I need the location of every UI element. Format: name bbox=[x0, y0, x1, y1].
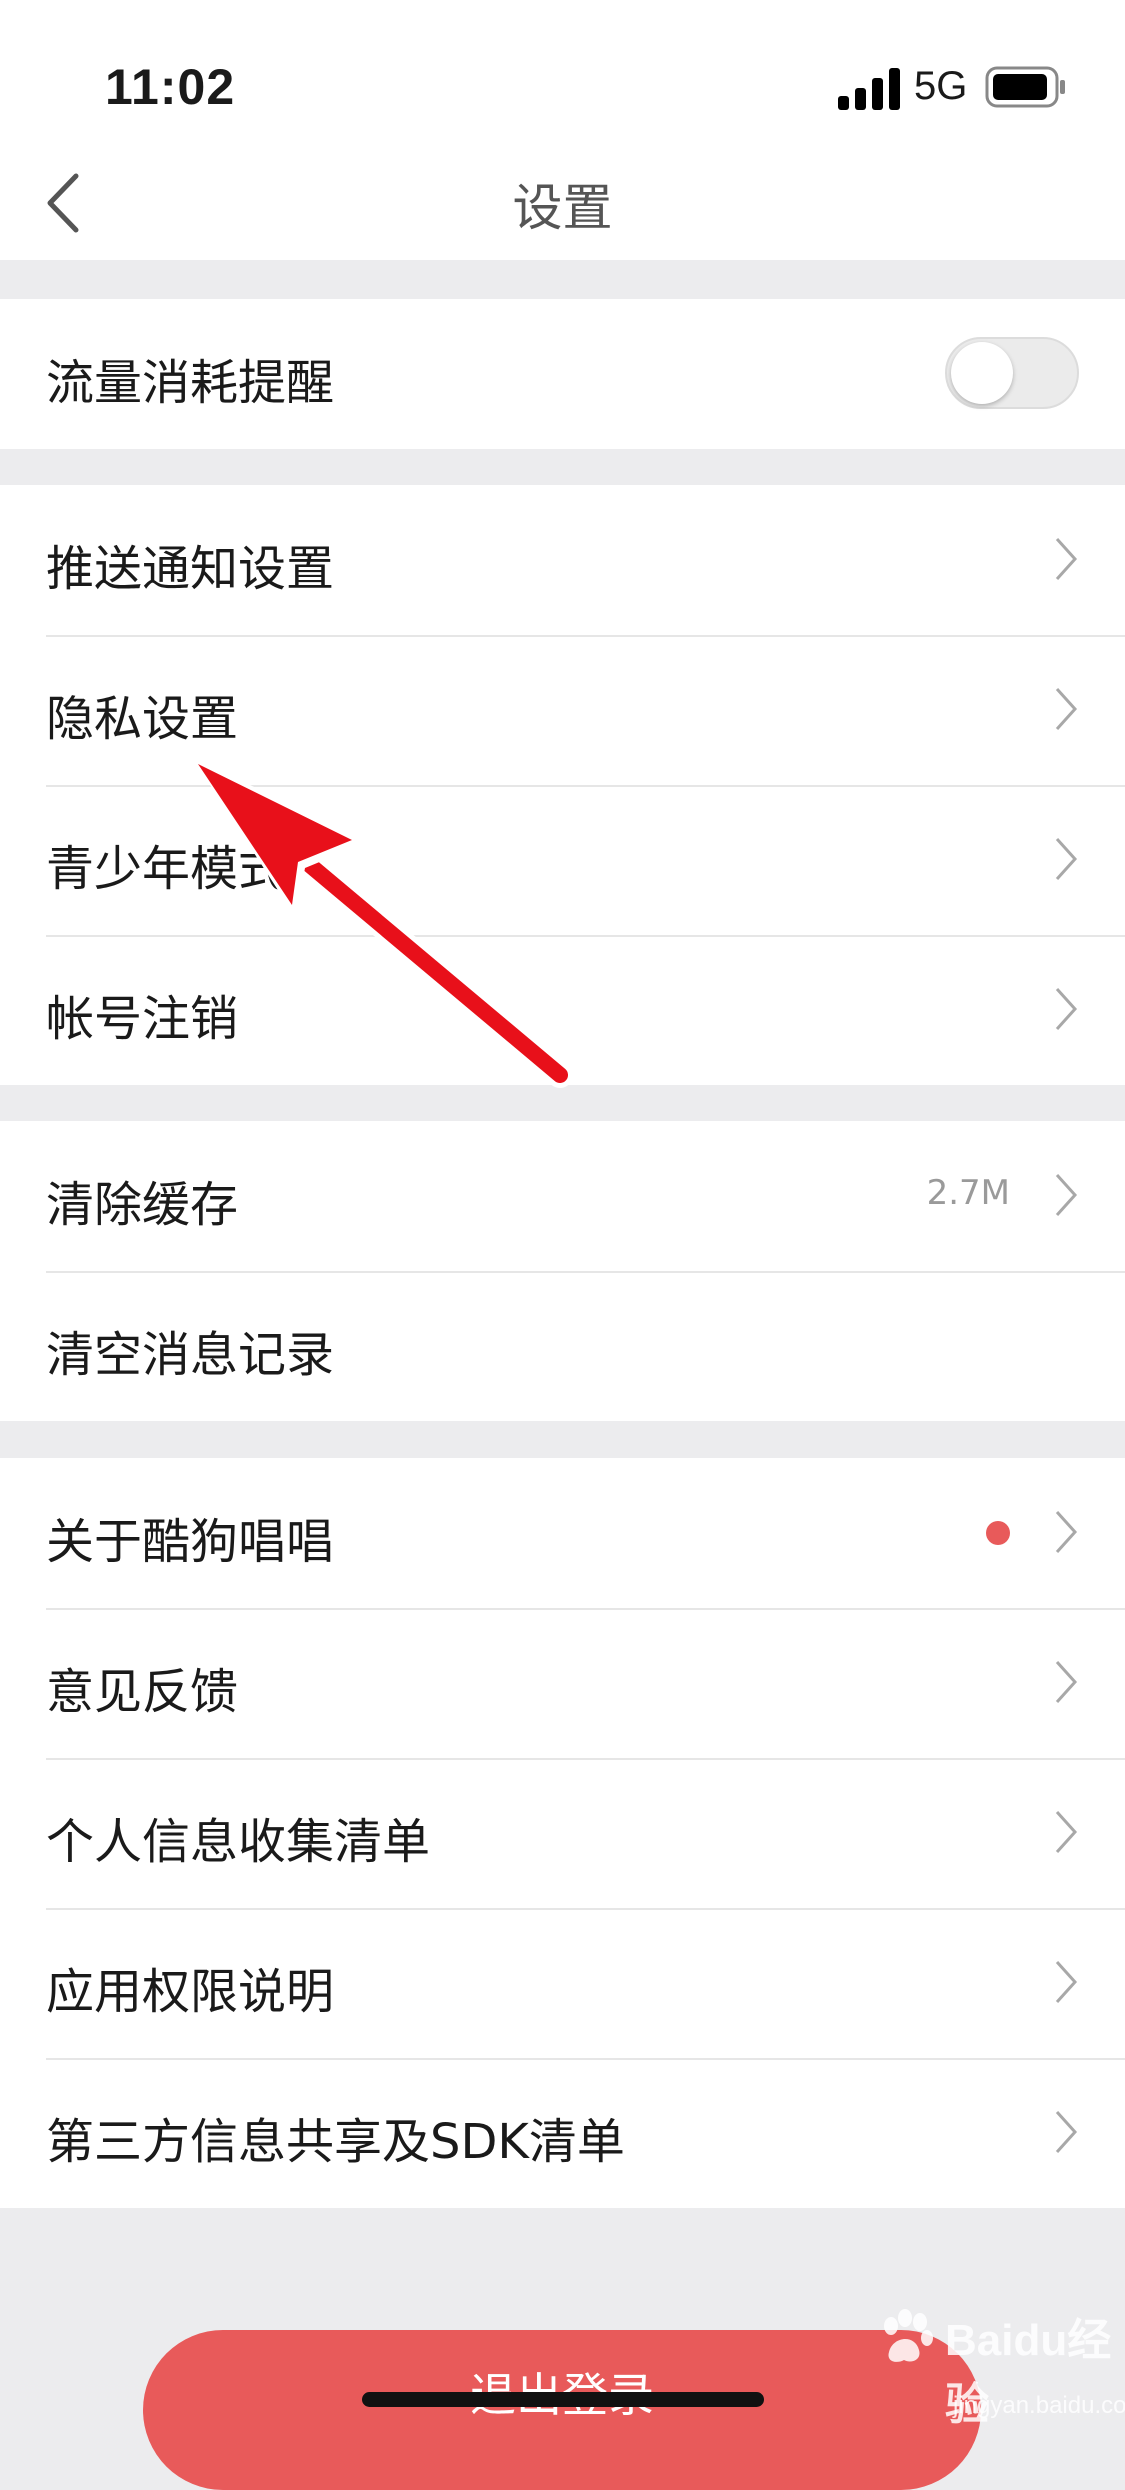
status-time: 11:02 bbox=[105, 59, 236, 115]
row-label: 清除缓存 bbox=[46, 1177, 239, 1233]
chevron-right-icon bbox=[1055, 537, 1078, 581]
row-account-deletion[interactable]: 帐号注销 bbox=[0, 935, 1125, 1085]
page-title: 设置 bbox=[512, 179, 613, 237]
row-third-party-sdk[interactable]: 第三方信息共享及SDK清单 bbox=[0, 2058, 1125, 2208]
row-about-app[interactable]: 关于酷狗唱唱 bbox=[0, 1458, 1125, 1608]
chevron-right-icon bbox=[1055, 2110, 1078, 2154]
toggle-knob bbox=[951, 342, 1013, 404]
row-privacy-settings[interactable]: 隐私设置 bbox=[0, 635, 1125, 785]
chevron-right-icon bbox=[1055, 1510, 1078, 1554]
chevron-right-icon bbox=[1055, 1960, 1078, 2004]
signal-icon bbox=[838, 66, 900, 110]
chevron-right-icon bbox=[1055, 987, 1078, 1031]
row-clear-messages[interactable]: 清空消息记录 bbox=[0, 1271, 1125, 1421]
row-label: 清空消息记录 bbox=[46, 1327, 335, 1383]
settings-group-data: 流量消耗提醒 bbox=[0, 299, 1125, 449]
chevron-right-icon bbox=[1055, 837, 1078, 881]
battery-icon bbox=[985, 66, 1065, 108]
chevron-right-icon bbox=[1055, 1660, 1078, 1704]
watermark-url: jingyan.baidu.com bbox=[953, 2392, 1125, 2419]
cache-size: 2.7M bbox=[926, 1173, 1010, 1213]
row-label: 帐号注销 bbox=[46, 991, 239, 1047]
row-push-notification[interactable]: 推送通知设置 bbox=[0, 485, 1125, 635]
chevron-right-icon bbox=[1055, 687, 1078, 731]
row-personal-info-list[interactable]: 个人信息收集清单 bbox=[0, 1758, 1125, 1908]
update-badge bbox=[986, 1521, 1010, 1545]
home-indicator[interactable] bbox=[362, 2392, 764, 2407]
row-app-permissions[interactable]: 应用权限说明 bbox=[0, 1908, 1125, 2058]
network-label: 5G bbox=[914, 64, 968, 108]
row-data-usage-reminder: 流量消耗提醒 bbox=[0, 299, 1125, 449]
paw-icon bbox=[884, 2309, 933, 2362]
row-label: 个人信息收集清单 bbox=[46, 1814, 431, 1870]
row-label: 关于酷狗唱唱 bbox=[46, 1514, 335, 1570]
row-clear-cache[interactable]: 清除缓存 2.7M bbox=[0, 1121, 1125, 1271]
settings-group-account: 推送通知设置 隐私设置 青少年模式 帐号注销 bbox=[0, 485, 1125, 1085]
settings-group-about: 关于酷狗唱唱 意见反馈 个人信息收集清单 应用权限说明 第三方信息共享及SDK清… bbox=[0, 1458, 1125, 2208]
row-teen-mode[interactable]: 青少年模式 bbox=[0, 785, 1125, 935]
data-usage-toggle[interactable] bbox=[945, 337, 1079, 409]
row-label: 第三方信息共享及SDK清单 bbox=[46, 2114, 625, 2170]
row-label: 推送通知设置 bbox=[46, 541, 335, 597]
row-label: 隐私设置 bbox=[46, 691, 239, 747]
row-label: 青少年模式 bbox=[46, 841, 287, 897]
row-feedback[interactable]: 意见反馈 bbox=[0, 1608, 1125, 1758]
settings-group-storage: 清除缓存 2.7M 清空消息记录 bbox=[0, 1121, 1125, 1421]
row-label: 意见反馈 bbox=[46, 1664, 239, 1720]
nav-bar: 设置 bbox=[0, 150, 1125, 260]
baidu-watermark: Baidu经验 jingyan.baidu.com bbox=[855, 2292, 1125, 2436]
chevron-right-icon bbox=[1055, 1173, 1078, 1217]
chevron-right-icon bbox=[1055, 1810, 1078, 1854]
status-bar: 11:02 5G bbox=[0, 0, 1125, 150]
row-label: 应用权限说明 bbox=[46, 1964, 335, 2020]
row-label: 流量消耗提醒 bbox=[46, 355, 335, 411]
